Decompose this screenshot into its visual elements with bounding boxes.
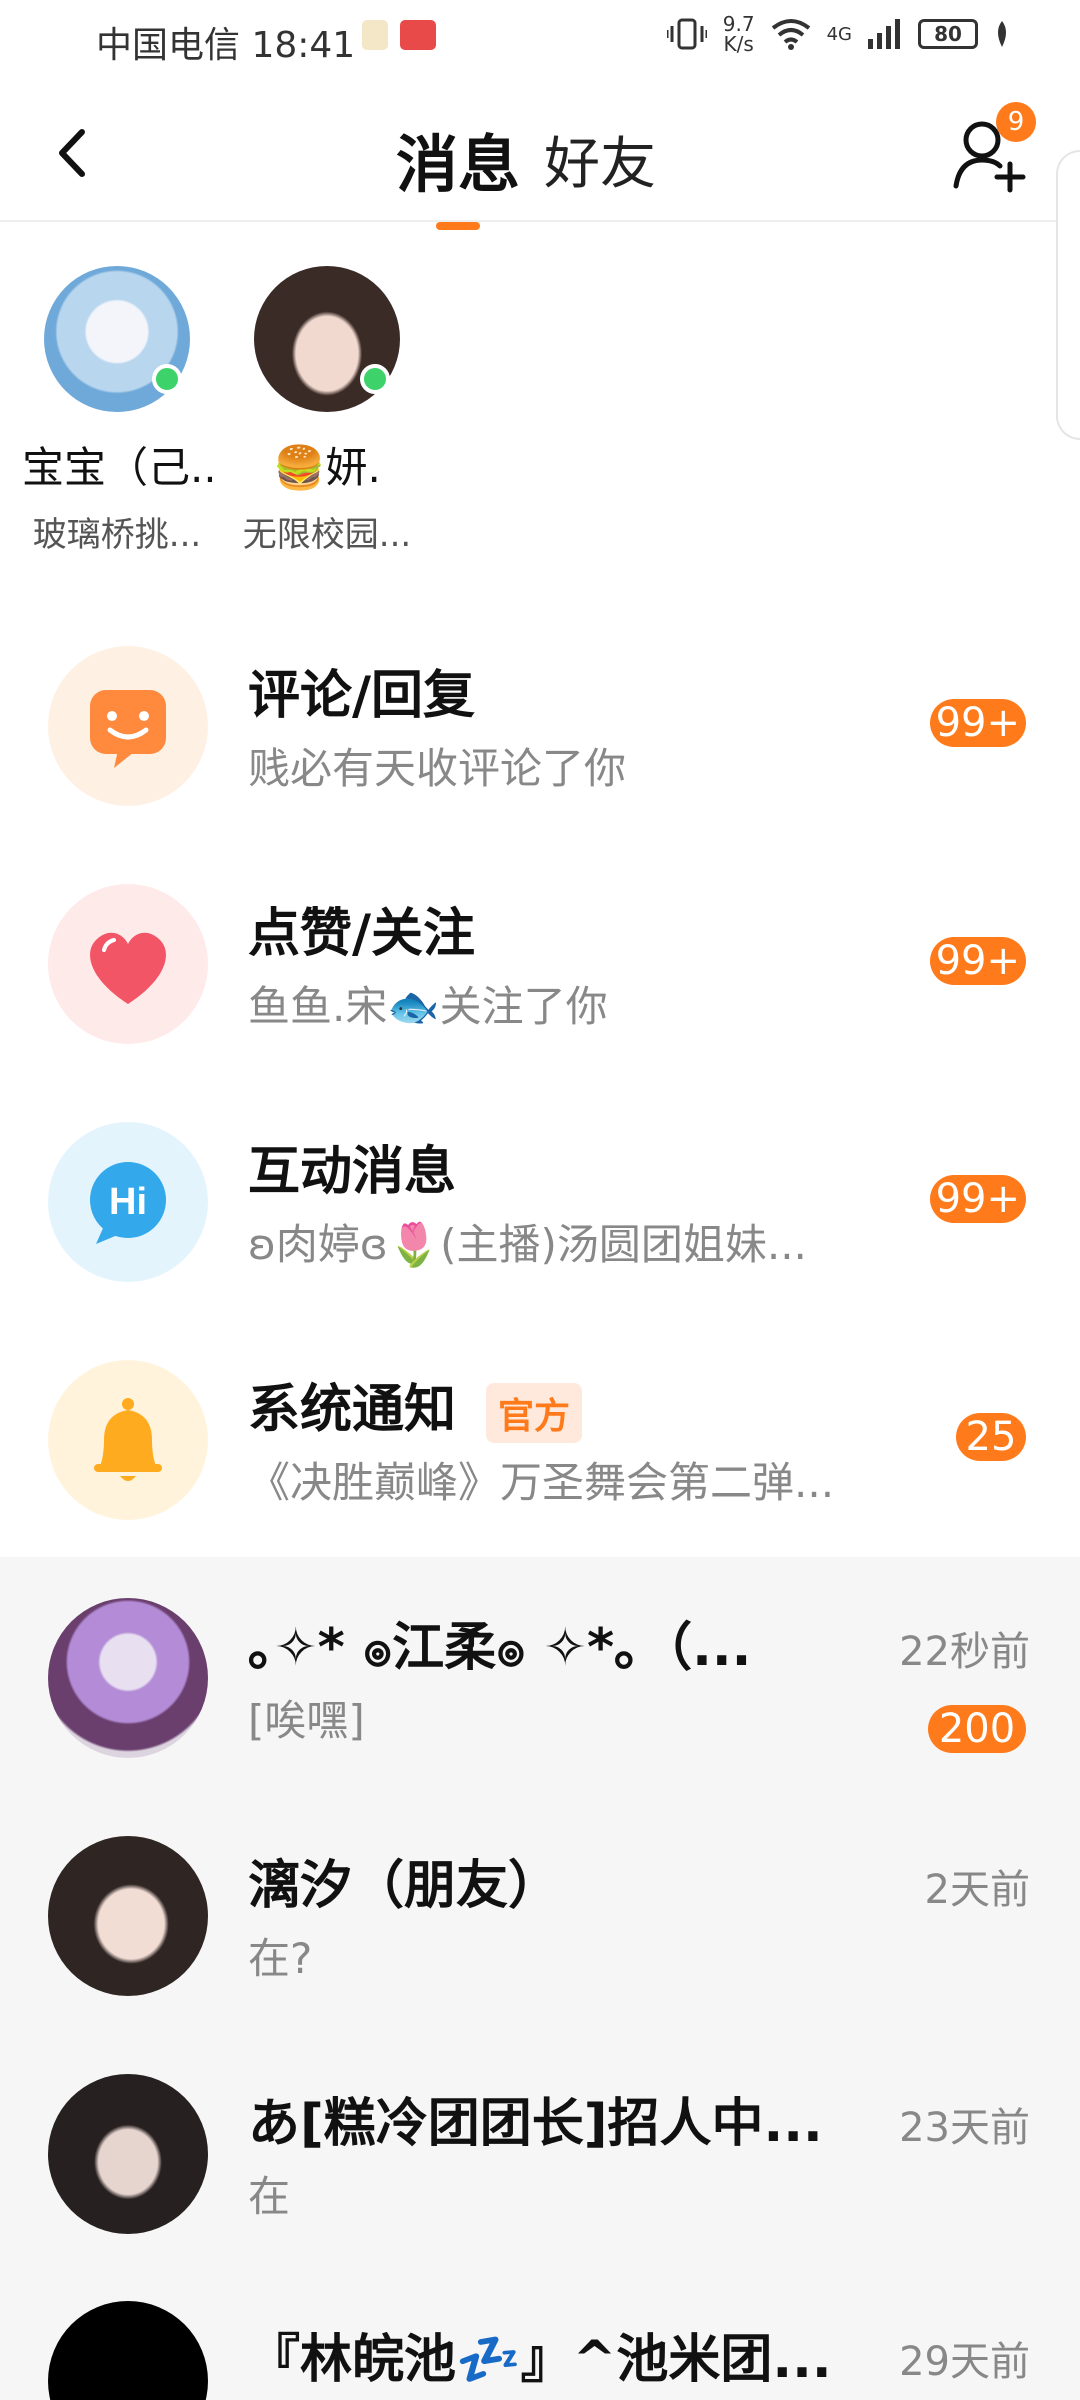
friend-item[interactable]: 宝宝（己... 玻璃桥挑... [22, 266, 212, 556]
unread-badge: 99+ [929, 937, 1026, 985]
net-speed: 9.7 K/s [722, 12, 755, 56]
online-indicator [152, 364, 182, 394]
category-preview: ʚ肉婷ɞ🌷(主播)汤圆团姐妹... [248, 1220, 807, 1269]
hi-bubble-icon: Hi [48, 1122, 208, 1282]
chat-time: 23天前 [899, 2105, 1030, 2151]
category-system-notice[interactable]: 系统通知 官方 《决胜巅峰》万圣舞会第二弹... 25 [0, 1319, 1080, 1557]
unread-badge: 99+ [929, 699, 1026, 747]
category-preview: 鱼鱼.宋🐟关注了你 [248, 982, 608, 1031]
huawei-store-icon [400, 20, 436, 50]
chat-name: ｡✧* ၜ江柔ၜ ✧*｡（... [248, 1618, 752, 1678]
network-type: 4G [826, 23, 852, 45]
active-tab-indicator [436, 222, 480, 230]
add-friend-badge: 9 [996, 102, 1036, 142]
svg-text:Hi: Hi [109, 1181, 147, 1223]
chat-row[interactable]: 漓汐（朋友） 在? 2天前 [0, 1795, 1080, 2033]
category-comments-replies[interactable]: 评论/回复 贱必有天收评论了你 99+ [0, 605, 1080, 843]
chat-name: 漓汐（朋友） [248, 1856, 561, 1916]
status-bar: 中国电信 18:41 9.7 K/s 4G 80 [0, 0, 1080, 80]
battery-icon: 80 [918, 19, 978, 49]
carrier-time: 中国电信 18:41 [96, 25, 356, 66]
avatar [48, 1836, 208, 1996]
friend-name: 宝宝（己... [22, 443, 212, 492]
unread-badge: 25 [956, 1413, 1026, 1461]
chat-row[interactable]: あ[糕冷团团长]招人中... 在 23天前 [0, 2033, 1080, 2271]
chat-time: 2天前 [924, 1867, 1030, 1913]
chat-name: 『林皖池💤』^池米团... [248, 2330, 832, 2390]
tab-friends[interactable]: 好友 [544, 119, 656, 200]
avatar [48, 2301, 208, 2400]
chat-row[interactable]: ｡✧* ၜ江柔ၜ ✧*｡（... [唉嘿] 22秒前 200 [0, 1557, 1080, 1795]
smile-chat-icon [48, 646, 208, 806]
category-preview: 贱必有天收评论了你 [248, 744, 627, 793]
category-title: 系统通知 官方 [248, 1367, 583, 1443]
side-drawer-handle[interactable] [1056, 150, 1080, 440]
unread-badge: 99+ [929, 1175, 1026, 1223]
chat-preview: 在? [248, 1934, 313, 1983]
wifi-icon [771, 19, 810, 50]
category-likes-follows[interactable]: 点赞/关注 鱼鱼.宋🐟关注了你 99+ [0, 843, 1080, 1081]
chat-time: 29天前 [899, 2339, 1030, 2385]
friend-item[interactable]: 🍔妍. 无限校园... [232, 266, 422, 556]
category-interactions[interactable]: Hi 互动消息 ʚ肉婷ɞ🌷(主播)汤圆团姐妹... 99+ [0, 1081, 1080, 1319]
online-indicator [360, 364, 390, 394]
signal-icon [868, 19, 900, 49]
tab-bar: 消息 好友 [396, 114, 656, 230]
chat-preview: [唉嘿] [248, 1696, 365, 1745]
official-tag: 官方 [486, 1383, 583, 1443]
category-preview: 《决胜巅峰》万圣舞会第二弹... [248, 1458, 835, 1507]
back-arrow-icon[interactable] [44, 118, 104, 188]
top-nav: 消息 好友 9 [0, 80, 1080, 230]
chat-row[interactable]: 『林皖池💤』^池米团... 29天前 [0, 2271, 1080, 2400]
friend-status: 玻璃桥挑... [32, 515, 202, 555]
category-title: 点赞/关注 [248, 904, 475, 964]
heart-icon [48, 884, 208, 1044]
chat-name: あ[糕冷团团长]招人中... [248, 2094, 823, 2154]
friend-status: 无限校园... [242, 515, 412, 555]
tab-messages[interactable]: 消息 [396, 114, 521, 230]
avatar [48, 1598, 208, 1758]
category-title: 评论/回复 [248, 666, 475, 726]
friend-name: 🍔妍. [273, 443, 381, 492]
avatar [48, 2074, 208, 2234]
category-title: 互动消息 [248, 1142, 457, 1202]
chat-preview: 在 [248, 2172, 291, 2221]
tab-messages-label: 消息 [396, 128, 521, 201]
unread-badge: 200 [928, 1705, 1026, 1753]
leaf-icon [998, 21, 1006, 47]
app-notification-icon [362, 20, 388, 50]
chat-time: 22秒前 [899, 1629, 1030, 1675]
bell-icon [48, 1360, 208, 1520]
vibrate-icon [666, 18, 707, 50]
